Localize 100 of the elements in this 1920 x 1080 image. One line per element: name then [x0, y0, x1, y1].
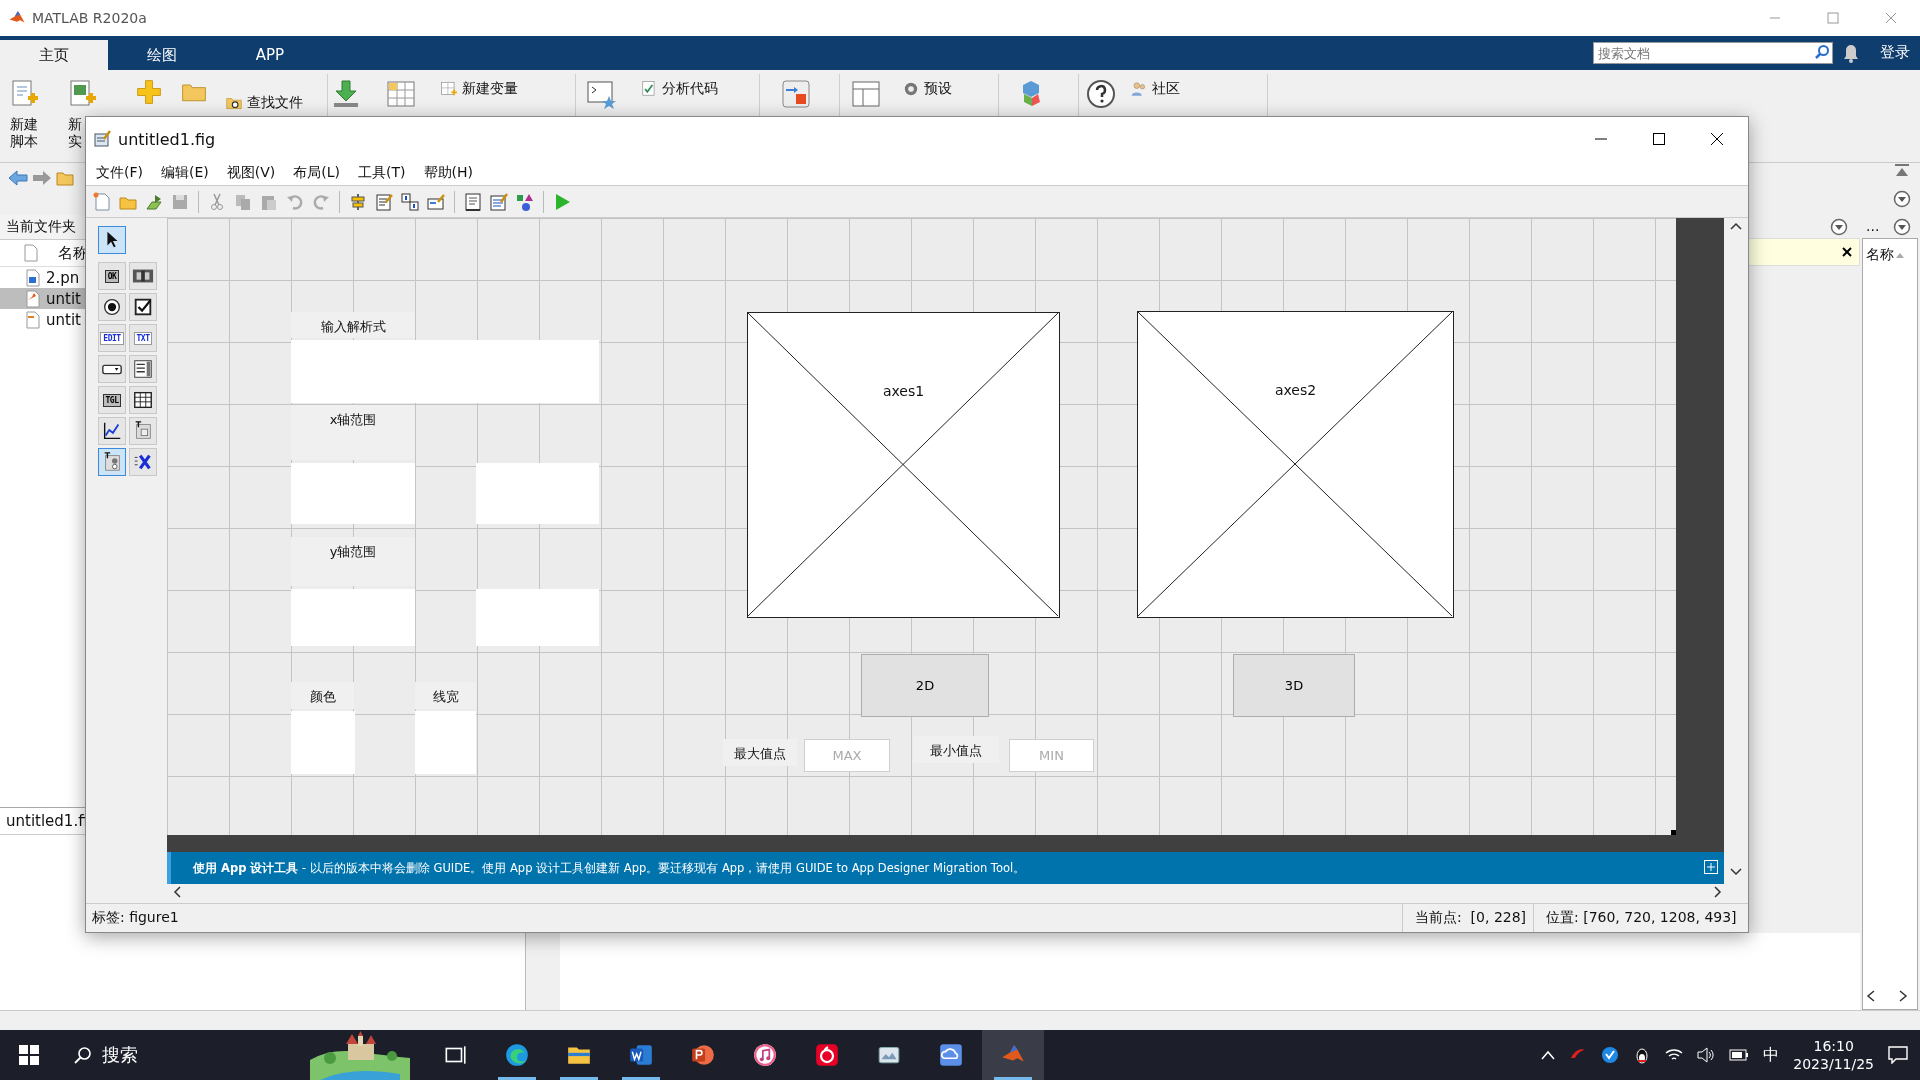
edit-field[interactable]: [415, 711, 476, 774]
volume-icon[interactable]: [1697, 1047, 1716, 1063]
edit-field[interactable]: [476, 589, 599, 646]
palette-tool[interactable]: [129, 386, 157, 414]
file-icon: [26, 268, 40, 287]
menu-item[interactable]: 工具(T): [350, 162, 414, 184]
ribbon-tab[interactable]: APP: [216, 40, 324, 70]
layout-canvas[interactable]: 输入解析式 x轴范围 y轴范围 颜色 线宽 axes1 axes2 2D 3D 最大值点 MAX 最小值点 MIN: [167, 218, 1676, 835]
ribbon-tab[interactable]: 主页: [0, 40, 108, 70]
notification-icon[interactable]: [1888, 1046, 1908, 1064]
editor-icon[interactable]: [463, 191, 483, 212]
figure-icon: [94, 130, 112, 148]
ribbon-button[interactable]: 分析代码: [640, 80, 718, 98]
bell-icon[interactable]: [1842, 43, 1860, 63]
menu-item[interactable]: 布局(L): [285, 162, 348, 184]
close-icon: [1885, 12, 1897, 24]
table-icon: [132, 389, 154, 411]
collapse-icon[interactable]: [1894, 164, 1910, 178]
taskbar-search[interactable]: 搜索: [58, 1030, 298, 1080]
palette-tool[interactable]: OK: [98, 262, 126, 290]
push-button[interactable]: 3D: [1233, 654, 1355, 717]
property-inspector-icon[interactable]: [489, 191, 509, 212]
file-icon: [26, 289, 40, 308]
palette-tool[interactable]: [129, 262, 157, 290]
window-title: MATLAB R2020a: [32, 10, 147, 26]
edit-field[interactable]: [291, 711, 355, 774]
status-text: 标签: figure1: [92, 909, 179, 925]
static-text: x轴范围: [329, 411, 377, 429]
axes-placeholder[interactable]: axes2: [1137, 311, 1454, 618]
file-row[interactable]: untit: [0, 288, 85, 309]
palette-tool[interactable]: [98, 226, 126, 254]
layout-icon: [850, 78, 882, 110]
align-icon[interactable]: [348, 191, 368, 212]
caret-up-icon[interactable]: [1541, 1050, 1556, 1060]
checklist-icon: [640, 80, 658, 98]
dropdown-icon[interactable]: [1893, 190, 1911, 208]
file-row[interactable]: untit: [0, 309, 85, 330]
axes-placeholder[interactable]: axes1: [747, 312, 1060, 618]
file-row[interactable]: 2.pn: [0, 267, 85, 288]
scroll-left-icon[interactable]: [173, 885, 181, 898]
ribbon-button[interactable]: 预设: [902, 80, 952, 98]
edit-field[interactable]: [291, 589, 415, 646]
palette-tool[interactable]: [129, 448, 157, 476]
static-text: 输入解析式: [320, 318, 386, 336]
sign-in-link[interactable]: 登录: [1880, 43, 1910, 62]
close-icon: [1710, 132, 1724, 146]
menu-item[interactable]: 帮助(H): [415, 162, 481, 184]
menu-item[interactable]: 视图(V): [218, 162, 284, 184]
tab-order-icon[interactable]: [400, 191, 420, 212]
ribbon-button[interactable]: 社区: [1130, 80, 1180, 98]
battery-icon[interactable]: [1729, 1049, 1750, 1061]
music-player-icon: [814, 1042, 840, 1068]
palette-tool[interactable]: [129, 355, 157, 383]
ribbon-tab[interactable]: 绘图: [108, 40, 216, 70]
palette-tool[interactable]: [98, 417, 126, 445]
ribbon-button[interactable]: 新建变量: [440, 80, 518, 98]
tray-app-icon[interactable]: [1601, 1046, 1620, 1064]
scroll-down-icon[interactable]: [1730, 868, 1742, 876]
menu-item[interactable]: 文件(F): [88, 162, 151, 184]
search-field[interactable]: 搜索文档: [1593, 42, 1833, 64]
new-file-icon[interactable]: [92, 191, 112, 212]
back-arrow-icon[interactable]: [8, 170, 28, 186]
palette-tool[interactable]: EDIT: [98, 324, 126, 352]
dropdown-icon[interactable]: [1830, 218, 1848, 236]
palette-tool[interactable]: [98, 293, 126, 321]
file-name: untit: [46, 310, 81, 329]
panel-title: 当前文件夹: [6, 218, 76, 236]
column-header[interactable]: 名称: [1866, 246, 1894, 264]
input-method-indicator[interactable]: 中: [1763, 1044, 1780, 1066]
expand-icon[interactable]: [1704, 860, 1718, 874]
edit-field[interactable]: [291, 463, 415, 524]
scroll-left-icon[interactable]: [1866, 990, 1876, 1002]
file-icon: [26, 310, 40, 329]
palette-tool[interactable]: [129, 293, 157, 321]
dropdown-icon[interactable]: [1893, 218, 1911, 236]
ribbon-button[interactable]: 查找文件: [225, 94, 303, 112]
palette-tool[interactable]: [98, 355, 126, 383]
scroll-right-icon[interactable]: [1898, 990, 1908, 1002]
list-icon: [132, 358, 154, 380]
scroll-up-icon[interactable]: [1730, 222, 1742, 230]
file-name: 2.pn: [46, 268, 80, 287]
status-text: 当前点: [0, 228]: [1415, 909, 1527, 927]
clock[interactable]: 16:10 2023/11/25: [1793, 1037, 1874, 1073]
ribbon-button[interactable]: 新 实: [68, 116, 82, 150]
command-star-icon: [585, 78, 617, 110]
menu-item[interactable]: 编辑(E): [153, 162, 217, 184]
help-icon: [1085, 78, 1117, 110]
word-icon: [628, 1042, 654, 1068]
menu-editor-icon[interactable]: [374, 191, 394, 212]
edit-field[interactable]: [476, 463, 599, 524]
sort-arrow-icon: [1896, 252, 1904, 258]
ribbon-button[interactable]: 新建 脚本: [10, 116, 38, 150]
static-text: 颜色: [309, 688, 336, 706]
edit-field[interactable]: [291, 340, 599, 403]
close-icon[interactable]: [1841, 246, 1853, 258]
start-icon[interactable]: [19, 1045, 39, 1065]
palette-tool[interactable]: TGL: [98, 386, 126, 414]
palette-tool[interactable]: TXT: [129, 324, 157, 352]
scroll-right-icon[interactable]: [1714, 885, 1722, 898]
push-button[interactable]: 2D: [861, 654, 989, 717]
